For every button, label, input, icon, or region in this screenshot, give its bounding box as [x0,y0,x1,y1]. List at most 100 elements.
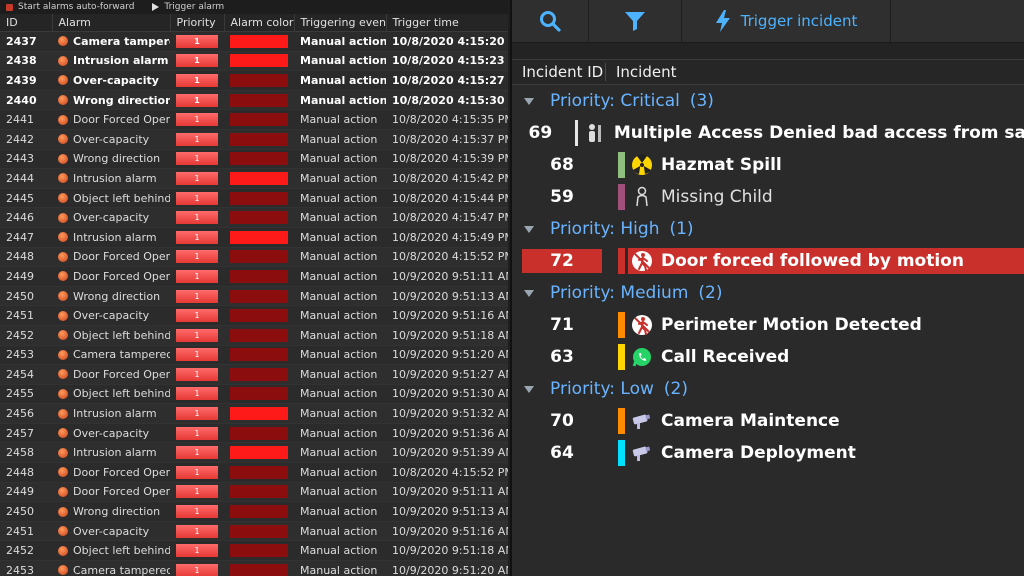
alarm-color-swatch [230,289,288,303]
incident-row[interactable]: 59 Missing Child [512,181,1024,213]
alarm-name: Object left behind [73,191,170,205]
alarm-row[interactable]: 2451 Over-capacity 1 Manual action 10/9/2020… [0,521,508,542]
alarm-row[interactable]: 2456 Intrusion alarm 1 Manual action 10/9/20… [0,403,508,424]
alarm-color-swatch [230,446,288,460]
col-incident-id[interactable]: Incident ID [512,63,606,81]
alarm-icon [58,428,68,439]
incident-color-strip [618,408,625,434]
incident-name: Perimeter Motion Detected [661,315,922,335]
trigger-time: 10/9/2020 9:51:27 AM [386,364,508,385]
alarm-row[interactable]: 2450 Wrong direction 1 Manual action 10/9/20… [0,286,508,307]
alarm-row[interactable]: 2441 Door Forced Open 1 Manual action 10/8/2… [0,109,508,130]
collapse-arrow-icon[interactable] [524,97,534,105]
collapse-arrow-icon[interactable] [524,385,534,393]
trigger-time: 10/9/2020 9:51:39 AM [386,442,508,464]
alarm-row[interactable]: 2444 Intrusion alarm 1 Manual action 10/8/20… [0,168,508,189]
col-priority[interactable]: Priority [170,14,225,32]
priority-group-header[interactable]: Priority: High (1) [512,213,1024,245]
alarm-id: 2446 [0,207,52,228]
alarm-row[interactable]: 2442 Over-capacity 1 Manual action 10/8/2020… [0,129,508,150]
trigger-incident-button[interactable]: Trigger incident [682,0,891,42]
alarm-name: Intrusion alarm [73,407,157,421]
alarm-row[interactable]: 2437 Camera tampered 1 Manual action10/8/20… [0,31,508,52]
incident-pane: Trigger incident Incident ID Incident Pr… [510,0,1024,576]
alarm-name: Door Forced Open [73,465,170,479]
col-id[interactable]: ID [0,14,53,32]
priority-badge: 1 [176,563,218,576]
incident-row[interactable]: 72 Door forced followed by motion [512,245,1024,277]
alarm-row[interactable]: 2449 Door Forced Open 1 Manual action 10/9/2… [0,266,508,287]
collapse-arrow-icon[interactable] [524,289,534,297]
alarm-row[interactable]: 2447 Intrusion alarm 1 Manual action 10/8/20… [0,227,508,248]
incident-row[interactable]: 63 Call Received [512,341,1024,373]
collapse-arrow-icon[interactable] [524,225,534,233]
incident-row[interactable]: 69 Multiple Access Denied bad access from… [512,117,1024,149]
alarm-icon [58,447,68,458]
incident-row[interactable]: 71 Perimeter Motion Detected [512,309,1024,341]
triggering-event: Manual action [294,149,386,170]
alarm-row[interactable]: 2453 Camera tampered 1 Manual action 10/9/20… [0,560,508,576]
priority-group-label: Priority: High [550,219,660,239]
triggering-event: Manual action [294,384,386,405]
alarm-table-header: ID Alarm Priority Alarm color Triggering… [0,14,508,32]
alarm-name: Over-capacity [73,132,150,146]
incident-row[interactable]: 64 Camera Deployment [512,437,1024,469]
alarm-color-swatch [230,465,288,479]
alarm-row[interactable]: 2450 Wrong direction 1 Manual action 10/9/20… [0,501,508,522]
alarm-row[interactable]: 2438 Intrusion alarm 1 Manual action 10/8/20… [0,51,508,72]
col-alarm-color[interactable]: Alarm color [224,14,295,32]
incident-row[interactable]: 68 Hazmat Spill [512,149,1024,181]
alarm-icon [58,330,68,341]
alarm-name: Door Forced Open [73,269,170,283]
alarm-id: 2454 [0,364,52,385]
col-incident[interactable]: Incident [606,63,676,81]
alarm-row[interactable]: 2443 Wrong direction 1 Manual action 10/8/20… [0,149,508,170]
alarm-id: 2451 [0,521,52,542]
person-silhouette-icon [584,122,606,144]
alarm-row[interactable]: 2448 Door Forced Open 1 Manual action 10/8/2… [0,462,508,483]
trigger-alarm-button[interactable]: Trigger alarm [152,2,224,12]
alarm-row[interactable]: 2452 Object left behind 1 Manual action 10/9… [0,325,508,346]
search-button[interactable] [512,0,589,42]
alarm-row[interactable]: 2445 Object left behind 1 Manual action 10/8… [0,188,508,209]
priority-group-header[interactable]: Priority: Medium (2) [512,277,1024,309]
incident-list: Priority: Critical (3) 69 Multiple Access D… [512,85,1024,469]
incident-id: 64 [550,443,574,463]
alarm-row[interactable]: 2452 Object left behind 1 Manual action 10/9… [0,540,508,562]
alarm-row[interactable]: 2457 Over-capacity 1 Manual action 10/9/2020… [0,423,508,444]
filter-button[interactable] [589,0,682,42]
alarm-row[interactable]: 2451 Over-capacity 1 Manual action 10/9/2020… [0,305,508,326]
alarm-row[interactable]: 2440 Wrong direction 1 Manual action 10/8/20… [0,90,508,111]
incident-row[interactable]: 70 Camera Maintence [512,405,1024,437]
alarm-row[interactable]: 2446 Over-capacity 1 Manual action 10/8/2020… [0,207,508,228]
col-triggering-event[interactable]: Triggering event [294,14,387,32]
alarm-row[interactable]: 2449 Door Forced Open 1 Manual action 10/9/2… [0,482,508,503]
alarm-color-swatch [230,269,288,283]
alarm-icon [58,565,68,576]
alarm-row[interactable]: 2453 Camera tampered 1 Manual action 10/9/20… [0,345,508,366]
incident-color-strip [618,440,625,466]
alarm-color-swatch [230,348,288,362]
alarm-row[interactable]: 2448 Door Forced Open 1 Manual action 10/8/2… [0,247,508,268]
alarm-name: Camera tampered [73,563,170,576]
alarm-icon [58,55,68,66]
alarm-row[interactable]: 2455 Object left behind 1 Manual action 10/9… [0,384,508,405]
alarm-row[interactable]: 2454 Door Forced Open 1 Manual action 10/9/2… [0,364,508,385]
alarm-name: Intrusion alarm [73,446,157,460]
auto-forward-label: Start alarms auto-forward [18,2,135,12]
alarm-id: 2444 [0,168,52,189]
col-alarm[interactable]: Alarm [52,14,171,32]
priority-group-header[interactable]: Priority: Low (2) [512,373,1024,405]
search-icon [540,11,561,32]
alarm-id: 2458 [0,442,52,464]
alarm-row[interactable]: 2439 Over-capacity 1 Manual action 10/8/2020… [0,70,508,91]
camera-icon [631,442,653,464]
alarm-color-swatch [230,152,288,166]
priority-group-header[interactable]: Priority: Critical (3) [512,85,1024,117]
alarm-id: 2450 [0,501,52,522]
alarm-row[interactable]: 2458 Intrusion alarm 1 Manual action 10/9/20… [0,442,508,464]
col-trigger-time[interactable]: Trigger time [386,14,508,32]
alarm-id: 2456 [0,403,52,424]
alarm-icon [58,408,68,419]
auto-forward-button[interactable]: Start alarms auto-forward [6,2,134,12]
